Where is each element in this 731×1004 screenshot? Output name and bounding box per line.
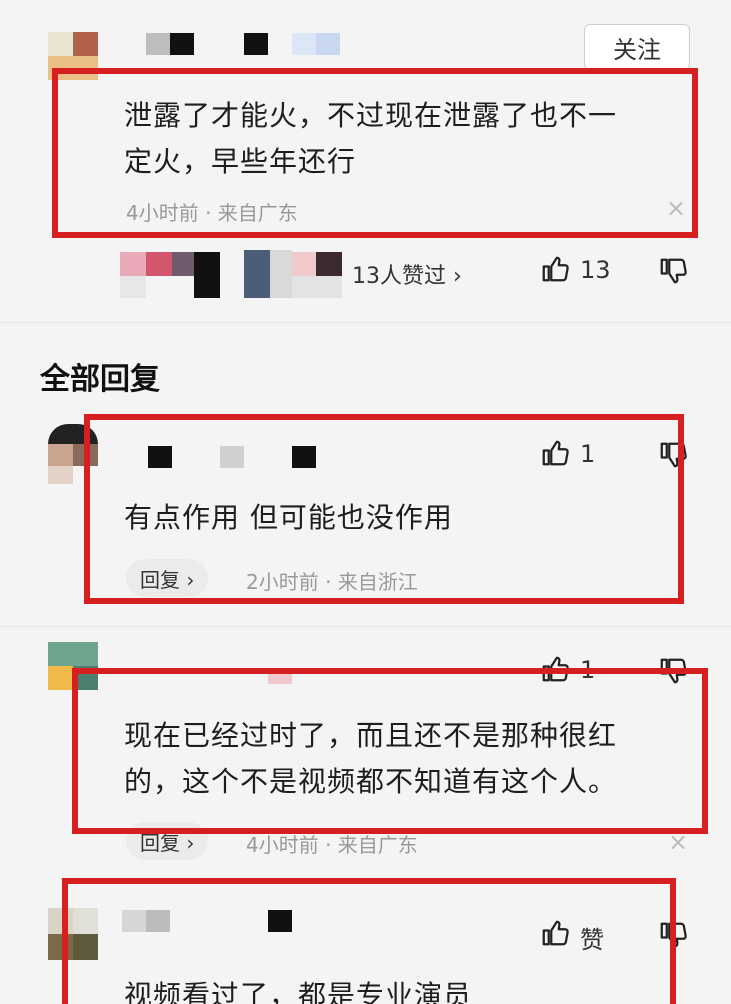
like-count: 13 bbox=[580, 256, 611, 284]
divider bbox=[0, 626, 731, 627]
replies-section-title: 全部回复 bbox=[40, 362, 160, 397]
follow-button[interactable]: 关注 bbox=[584, 24, 690, 70]
highlight-box bbox=[72, 668, 708, 834]
highlight-box bbox=[62, 878, 676, 1004]
thumbs-up-icon[interactable] bbox=[540, 254, 570, 284]
thumbs-down-icon[interactable] bbox=[658, 256, 688, 286]
divider bbox=[0, 322, 731, 323]
highlight-box bbox=[52, 68, 698, 238]
liked-by-link[interactable]: 13人赞过 › bbox=[352, 258, 462, 290]
comment-thread-page: 关注 泄露了才能火，不过现在泄露了也不一 定火，早些年还行 4小时前 · 来自广… bbox=[0, 0, 731, 1004]
highlight-box bbox=[84, 414, 684, 604]
